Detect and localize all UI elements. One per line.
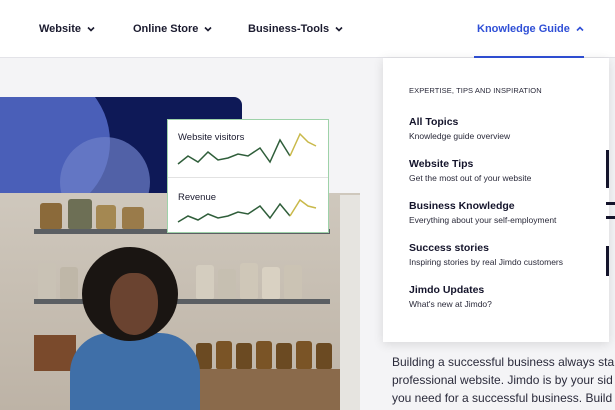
dropdown-item-title: Website Tips: [409, 158, 474, 170]
dropdown-caption: EXPERTISE, TIPS AND INSPIRATION: [409, 86, 542, 95]
top-navigation: Website Online Store Business-Tools Know…: [0, 0, 615, 58]
dropdown-item-title: Success stories: [409, 242, 489, 254]
card-divider: [168, 177, 328, 178]
person-face: [110, 273, 158, 335]
jar: [236, 343, 252, 369]
dropdown-item-subtitle: Inspiring stories by real Jimdo customer…: [409, 257, 564, 267]
stats-card: Website visitors Revenue: [167, 119, 329, 233]
jar: [96, 205, 116, 229]
nav-knowledge-guide[interactable]: Knowledge Guide: [477, 0, 585, 58]
person-shirt: [70, 333, 200, 410]
dropdown-item-title: Jimdo Updates: [409, 284, 485, 296]
dropdown-item-subtitle: Knowledge guide overview: [409, 131, 511, 141]
chevron-up-icon: [576, 26, 584, 32]
jar: [196, 265, 214, 299]
chevron-down-icon: [335, 26, 343, 32]
shelf: [34, 299, 330, 304]
dropdown-item-all-topics[interactable]: All Topics Knowledge guide overview: [409, 116, 599, 141]
jar: [40, 203, 62, 229]
dropdown-item-success-stories[interactable]: Success stories Inspiring stories by rea…: [409, 242, 599, 267]
nav-online-store[interactable]: Online Store: [133, 0, 213, 58]
nav-business-tools[interactable]: Business-Tools: [248, 0, 344, 58]
intro-paragraph: Building a successful business always st…: [392, 353, 615, 407]
photo-side-strip: [340, 195, 360, 410]
nav-website[interactable]: Website: [39, 0, 96, 58]
dropdown-item-business-knowledge[interactable]: Business Knowledge Everything about your…: [409, 200, 599, 225]
jar: [122, 207, 144, 229]
jar: [216, 341, 232, 369]
intro-line: you need for a successful business. Buil…: [392, 391, 613, 405]
chevron-down-icon: [204, 26, 212, 32]
dropdown-item-subtitle: Everything about your self-employment: [409, 215, 557, 225]
cropped-heading: [606, 150, 615, 280]
dropdown-item-title: All Topics: [409, 116, 459, 128]
jar: [218, 269, 236, 299]
dropdown-item-title: Business Knowledge: [409, 200, 515, 212]
nav-online-store-label: Online Store: [133, 23, 199, 35]
jar: [284, 265, 302, 299]
jar: [256, 341, 272, 369]
chevron-down-icon: [87, 26, 95, 32]
dropdown-item-subtitle: What's new at Jimdo?: [409, 299, 492, 309]
jar: [240, 263, 258, 299]
dropdown-item-website-tips[interactable]: Website Tips Get the most out of your we…: [409, 158, 599, 183]
dropdown-item-subtitle: Get the most out of your website: [409, 173, 532, 183]
intro-line: Building a successful business always st…: [392, 355, 615, 369]
jar: [276, 343, 292, 369]
jar: [296, 341, 312, 369]
nav-website-label: Website: [39, 23, 81, 35]
jar: [38, 263, 56, 299]
knowledge-guide-dropdown: EXPERTISE, TIPS AND INSPIRATION All Topi…: [383, 58, 609, 342]
nav-business-tools-label: Business-Tools: [248, 23, 330, 35]
website-visitors-sparkline: [177, 132, 317, 165]
jar: [316, 343, 332, 369]
jar: [262, 267, 280, 299]
jar: [68, 199, 92, 229]
revenue-sparkline: [177, 198, 317, 223]
counter: [190, 369, 360, 410]
nav-knowledge-guide-label: Knowledge Guide: [477, 23, 570, 35]
jar: [60, 267, 78, 299]
dropdown-item-jimdo-updates[interactable]: Jimdo Updates What's new at Jimdo?: [409, 284, 599, 309]
intro-line: professional website. Jimdo is by your s…: [392, 373, 613, 387]
